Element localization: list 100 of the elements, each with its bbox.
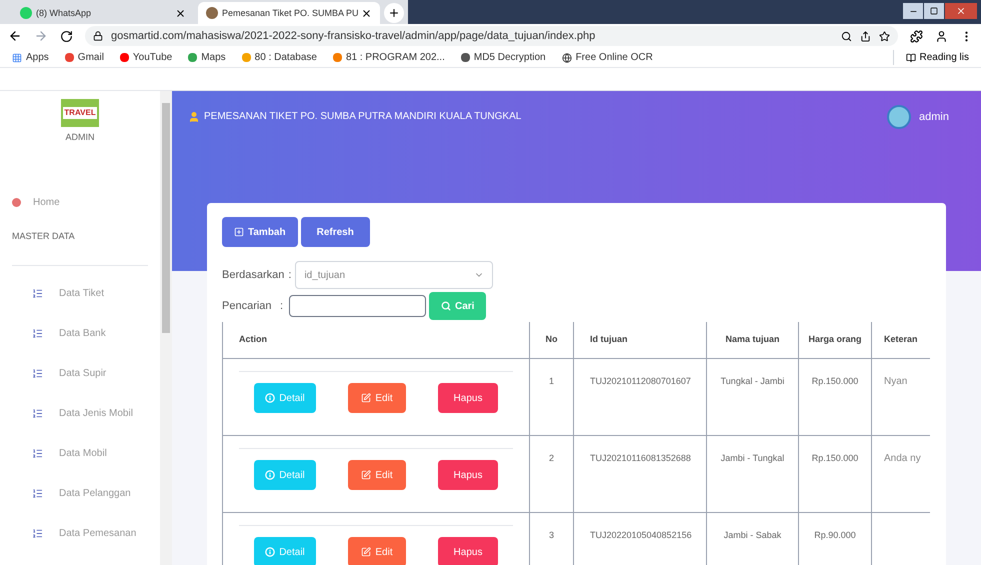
list-icon xyxy=(32,448,43,459)
table-cell: Rp.150.000 xyxy=(812,376,858,386)
bookmark-link[interactable]: Free Online OCR xyxy=(562,50,653,65)
table-cell: 2 xyxy=(548,453,554,463)
bookmark-link[interactable]: 81 : PROGRAM 202... xyxy=(332,50,445,65)
sidebar-item[interactable]: Data Jenis Mobil xyxy=(59,406,133,421)
sidebar-item[interactable]: Data Tiket xyxy=(59,286,104,301)
bookmark-favicon-icon xyxy=(242,53,251,62)
filter-separator: : xyxy=(288,268,292,283)
tab-favicon-icon xyxy=(20,7,32,19)
reading-list-button[interactable]: Reading lis xyxy=(892,50,969,65)
close-icon[interactable] xyxy=(361,8,372,18)
search-icon xyxy=(441,301,451,311)
bookmark-link[interactable]: Apps xyxy=(12,50,49,65)
filter-select[interactable]: id_tujuan xyxy=(295,261,494,289)
close-icon[interactable] xyxy=(175,8,186,18)
sidebar-item[interactable]: Data Supir xyxy=(59,366,106,381)
bookmark-favicon-icon xyxy=(120,53,129,62)
refresh-button[interactable]: Refresh xyxy=(300,217,370,247)
detail-button[interactable]: Detail xyxy=(254,537,316,565)
delete-button[interactable]: Hapus xyxy=(438,537,498,565)
table-cell: Jambi - Tungkal xyxy=(720,453,784,463)
tab-favicon-icon xyxy=(206,7,218,19)
profile-icon[interactable] xyxy=(935,30,948,42)
plus-icon xyxy=(234,227,244,237)
bookmark-star-icon[interactable] xyxy=(879,30,890,42)
search-field[interactable] xyxy=(289,295,426,317)
table-cell: Anda ny xyxy=(884,453,921,464)
list-icon xyxy=(32,368,43,379)
table-cell: TUJ20220105040852156 xyxy=(590,530,692,540)
list-icon xyxy=(32,328,43,339)
home-link[interactable]: Home xyxy=(33,194,60,210)
tab-title: Pemesanan Tiket PO. SUMBA PU xyxy=(222,8,359,18)
column-header: No xyxy=(529,322,573,358)
role-label: ADMIN xyxy=(66,131,94,144)
list-icon xyxy=(32,408,43,419)
table-cell: Tungkal - Jambi xyxy=(720,376,784,386)
list-icon xyxy=(32,488,43,499)
column-header: Harga orang xyxy=(798,322,871,358)
delete-button[interactable]: Hapus xyxy=(438,383,498,413)
edit-button[interactable]: Edit xyxy=(348,460,406,490)
bookmark-link[interactable]: Gmail xyxy=(64,50,104,65)
add-button[interactable]: Tambah xyxy=(222,217,298,247)
info-icon xyxy=(265,393,276,403)
bookmark-link[interactable]: Maps xyxy=(188,50,226,65)
detail-button[interactable]: Detail xyxy=(254,460,316,490)
user-icon xyxy=(188,110,200,122)
column-header: Id tujuan xyxy=(573,322,706,358)
edit-icon xyxy=(361,547,372,557)
table-cell: Nyan xyxy=(884,376,908,387)
book-icon xyxy=(906,52,916,62)
home-icon xyxy=(12,198,21,206)
sidebar-item[interactable]: Data Pemesanan xyxy=(59,526,136,541)
sidebar-item[interactable]: Data Mobil xyxy=(59,446,107,461)
edit-button[interactable]: Edit xyxy=(348,537,406,565)
list-icon xyxy=(32,288,43,299)
table-cell: TUJ20210112080701607 xyxy=(590,376,691,386)
delete-button[interactable]: Hapus xyxy=(438,460,498,490)
bookmark-link[interactable]: 80 : Database xyxy=(242,50,317,65)
detail-button[interactable]: Detail xyxy=(254,383,316,413)
table-cell: Rp.150.000 xyxy=(812,453,858,463)
globe-icon xyxy=(562,52,572,62)
bookmark-favicon-icon xyxy=(188,53,198,62)
new-tab-button[interactable] xyxy=(384,3,404,23)
plus-icon xyxy=(388,7,400,19)
apps-grid-icon xyxy=(12,52,22,62)
sidebar-item[interactable]: Data Bank xyxy=(59,326,106,341)
sidebar-item[interactable]: Data Pelanggan xyxy=(59,486,131,501)
bookmark-link[interactable]: YouTube xyxy=(120,50,172,65)
search-button[interactable]: Cari xyxy=(429,292,486,320)
username: admin xyxy=(919,110,949,125)
table-cell: 3 xyxy=(548,530,554,540)
zoom-icon[interactable] xyxy=(841,30,852,42)
share-icon[interactable] xyxy=(860,30,871,42)
column-header: Action xyxy=(238,333,268,346)
browser-tab[interactable]: Pemesanan Tiket PO. SUMBA PU xyxy=(198,2,380,24)
extensions-icon[interactable] xyxy=(910,30,923,42)
table-cell: Rp.90.000 xyxy=(814,530,856,540)
bookmark-favicon-icon xyxy=(460,53,470,62)
bookmark-link[interactable]: MD5 Decryption xyxy=(460,50,546,65)
lock-icon xyxy=(93,31,103,41)
forward-icon[interactable] xyxy=(34,29,48,43)
table-cell: 1 xyxy=(548,376,554,386)
avatar-icon xyxy=(887,105,912,129)
edit-icon xyxy=(361,470,372,480)
bookmark-favicon-icon xyxy=(64,53,74,62)
bookmark-favicon-icon xyxy=(332,53,342,62)
filter-label: Berdasarkan xyxy=(222,268,284,283)
page-title: PEMESANAN TIKET PO. SUMBA PUTRA MANDIRI KUALA TUNGKAL xyxy=(204,110,522,124)
edit-button[interactable]: Edit xyxy=(348,383,406,413)
column-header: Nama tujuan xyxy=(706,322,798,358)
maximize-icon[interactable] xyxy=(924,3,944,19)
info-icon xyxy=(265,547,276,557)
tab-title: (8) WhatsApp xyxy=(36,8,92,18)
edit-icon xyxy=(361,393,372,403)
info-icon xyxy=(265,470,276,480)
section-heading: MASTER DATA xyxy=(11,230,76,242)
back-icon[interactable] xyxy=(8,29,22,43)
address-bar[interactable]: gosmartid.com/mahasiswa/2021-2022-sony-fransisko-travel/admin/app/page/data_tujuan/index.php xyxy=(85,26,898,46)
reload-icon[interactable] xyxy=(60,30,73,42)
